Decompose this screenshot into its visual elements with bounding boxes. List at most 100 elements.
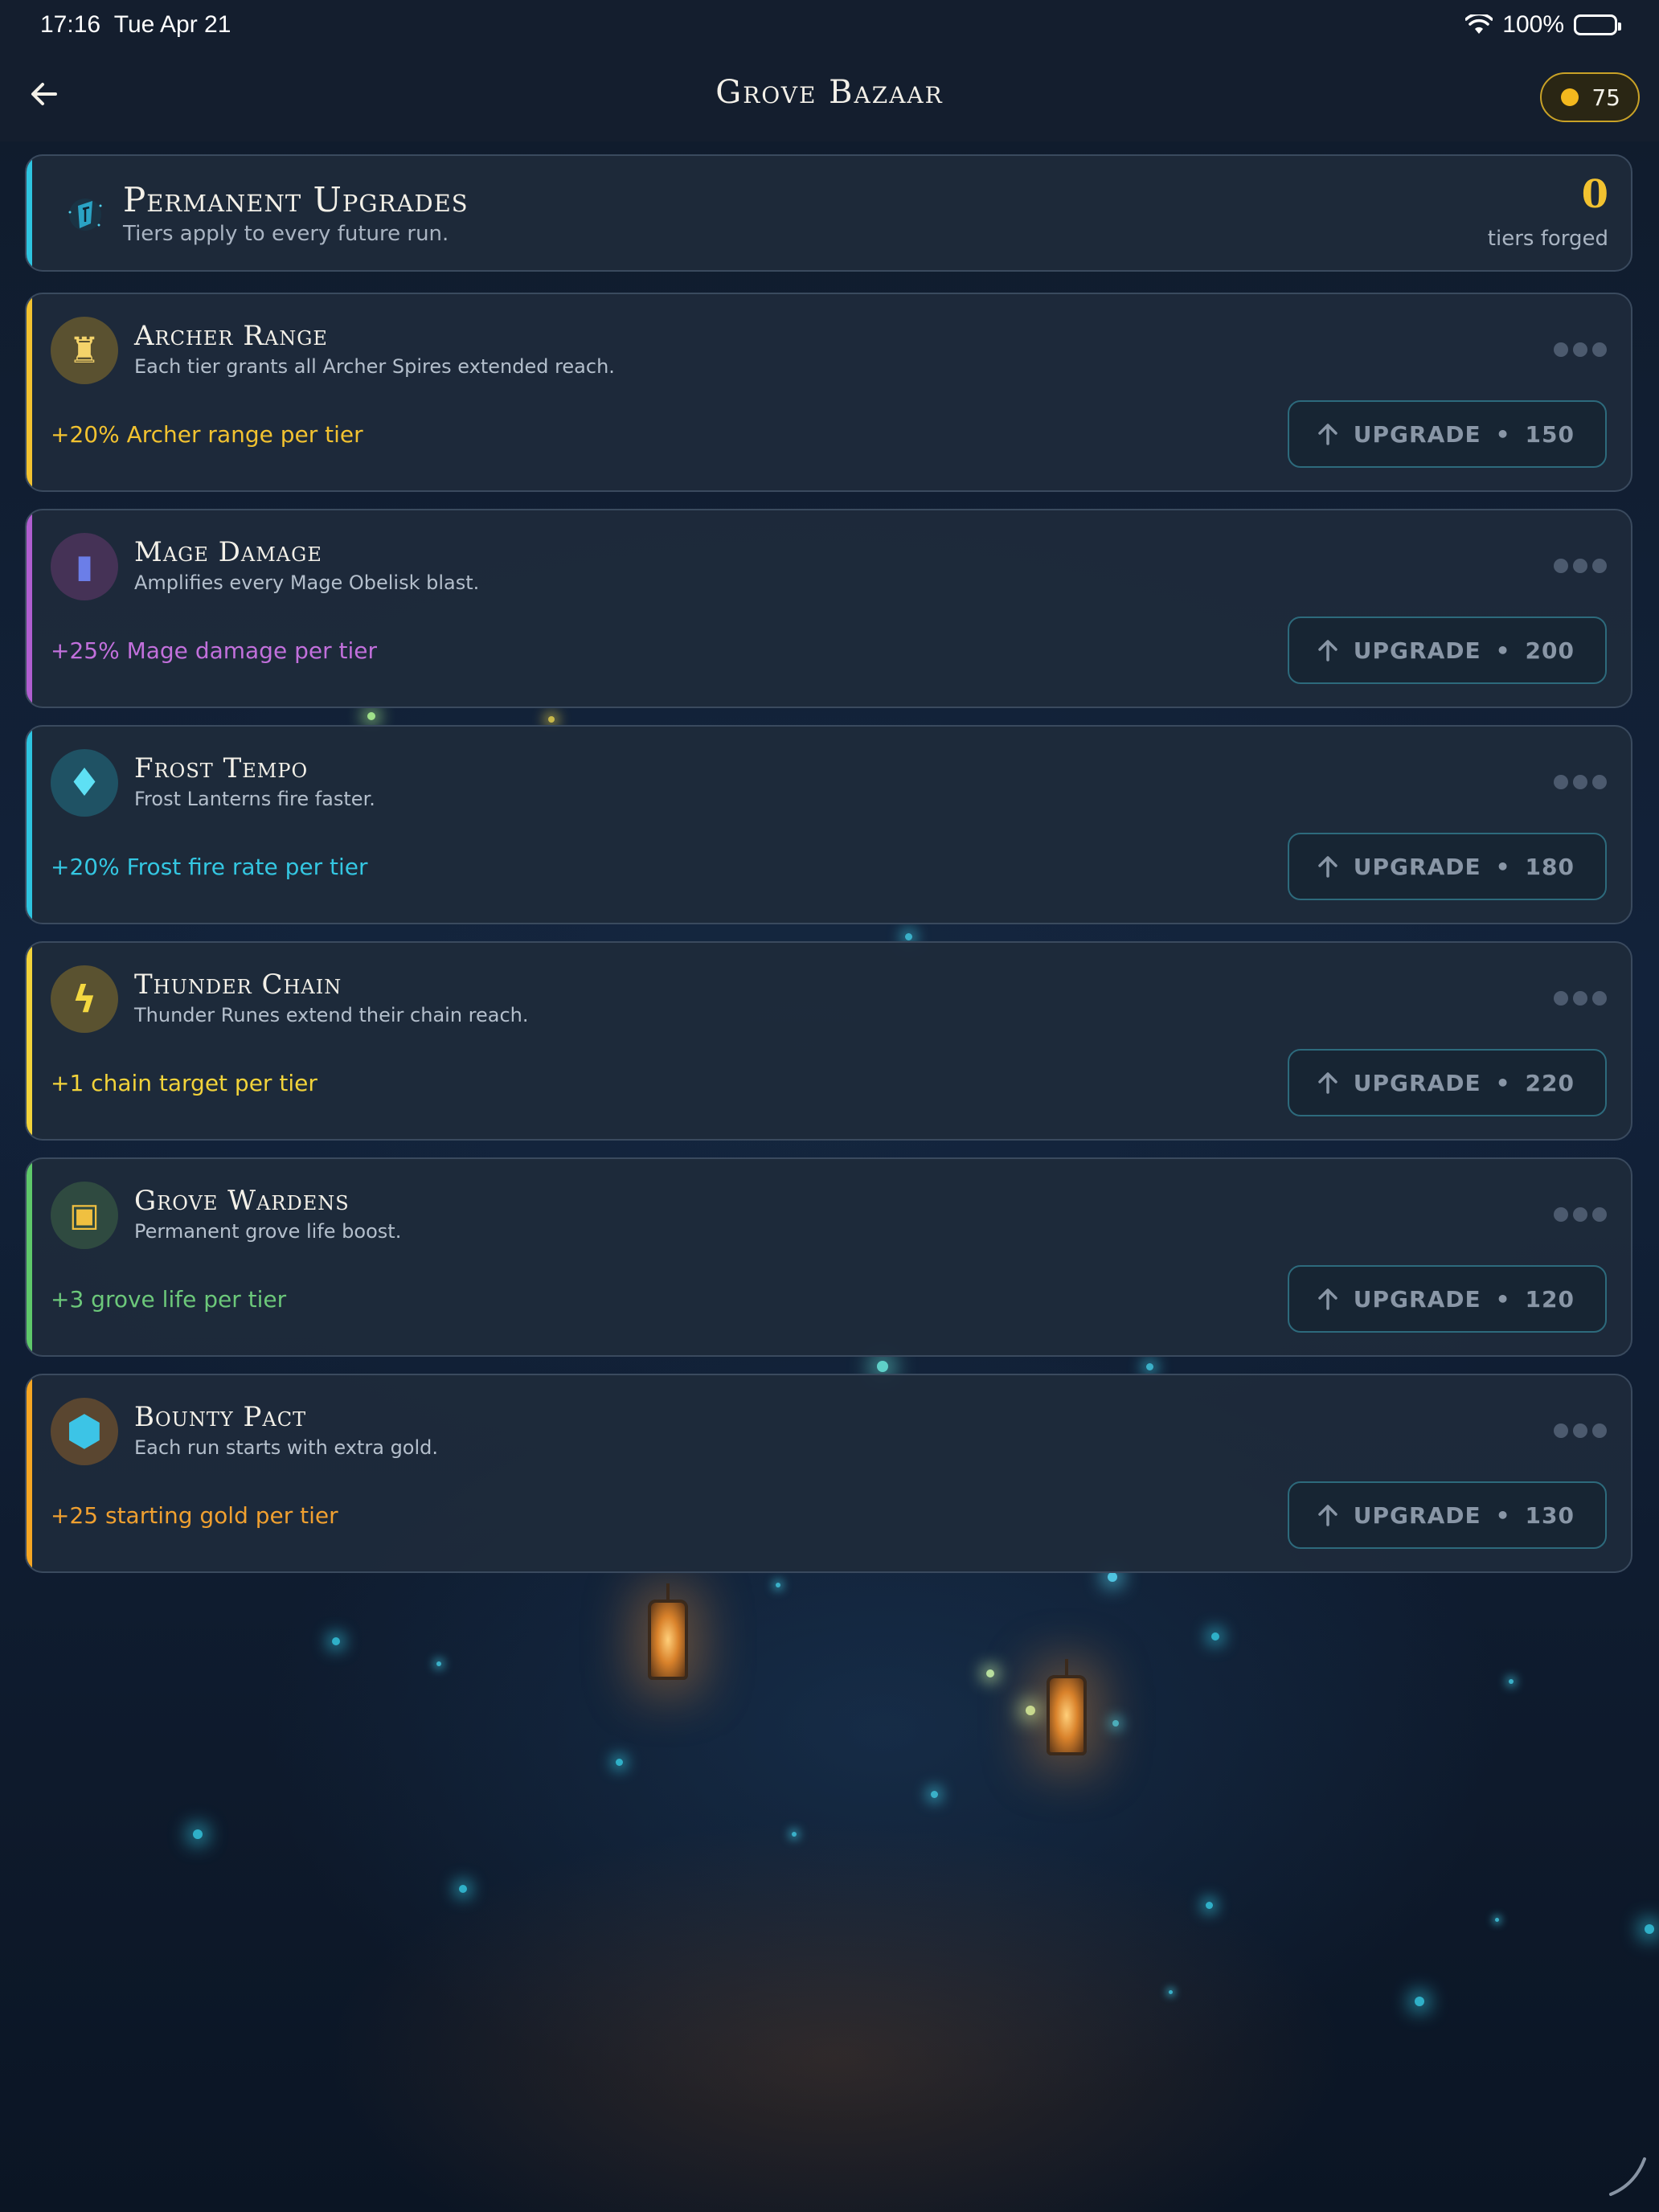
firefly [1494, 1917, 1499, 1922]
battery-icon [1574, 14, 1621, 35]
upgrade-cost: 130 [1525, 1501, 1575, 1529]
upgrade-effect: +25% Mage damage per tier [51, 637, 377, 664]
upgrade-button[interactable]: UPGRADE • 120 [1287, 1265, 1607, 1333]
firefly [459, 1885, 467, 1893]
firefly [548, 716, 555, 723]
page-title: Grove Bazaar [715, 74, 944, 111]
arrow-up-icon [1318, 640, 1337, 662]
summary-card: Permanent Upgrades Tiers apply to every … [25, 154, 1632, 272]
summary-title: Permanent Upgrades [123, 180, 469, 219]
upgrade-name: Frost Tempo [134, 752, 309, 784]
firefly [1145, 1362, 1153, 1370]
scroll-corner-indicator [1609, 2157, 1646, 2196]
firefly [1205, 1901, 1213, 1909]
lantern-icon: ▣ [51, 1182, 118, 1249]
upgrade-description: Each run starts with extra gold. [134, 1436, 439, 1459]
upgrade-description: Amplifies every Mage Obelisk blast. [134, 571, 480, 594]
gold-hexagon-icon: ⬢ [51, 1398, 118, 1465]
summary-subtitle: Tiers apply to every future run. [123, 222, 449, 246]
firefly [1112, 1720, 1119, 1727]
upgrade-effect: +3 grove life per tier [51, 1286, 287, 1313]
firefly [1168, 1989, 1173, 1994]
rune-crystal-icon [68, 199, 102, 231]
card-accent [27, 727, 32, 923]
upgrade-description: Permanent grove life boost. [134, 1220, 402, 1243]
tier-progress-dots [1554, 1423, 1607, 1438]
upgrade-description: Each tier grants all Archer Spires exten… [134, 355, 615, 378]
firefly [1108, 1572, 1117, 1582]
upgrade-card-archer-range: ♜ Archer Range Each tier grants all Arch… [25, 293, 1632, 492]
firefly [986, 1669, 994, 1677]
upgrade-effect: +25 starting gold per tier [51, 1502, 338, 1529]
thunder-rune-icon: ϟ [51, 965, 118, 1033]
arrow-up-icon [1318, 1072, 1337, 1094]
upgrade-card-thunder-chain: ϟ Thunder Chain Thunder Runes extend the… [25, 941, 1632, 1141]
card-accent [27, 510, 32, 707]
card-accent [27, 294, 32, 490]
upgrade-description: Frost Lanterns fire faster. [134, 788, 375, 810]
firefly [1026, 1706, 1035, 1715]
status-bar: 17:16 Tue Apr 21 100% [0, 0, 1659, 51]
status-right: 100% [1465, 11, 1621, 39]
card-accent [27, 1159, 32, 1355]
upgrade-card-mage-damage: ▮ Mage Damage Amplifies every Mage Obeli… [25, 509, 1632, 708]
arrow-up-icon [1318, 1288, 1337, 1310]
coin-balance: 75 [1540, 72, 1640, 122]
firefly [877, 1361, 888, 1372]
upgrade-button[interactable]: UPGRADE • 180 [1287, 833, 1607, 900]
hanging-lantern [1047, 1675, 1087, 1755]
upgrade-name: Thunder Chain [134, 969, 342, 1001]
upgrade-name: Grove Wardens [134, 1185, 350, 1217]
tier-progress-dots [1554, 559, 1607, 573]
upgrade-card-frost-tempo: ♦ Frost Tempo Frost Lanterns fire faster… [25, 725, 1632, 924]
frost-crystal-icon: ♦ [51, 749, 118, 817]
firefly [1509, 1679, 1514, 1684]
firefly [436, 1661, 441, 1666]
tier-progress-dots [1554, 775, 1607, 789]
firefly [792, 1832, 797, 1837]
upgrade-cost: 120 [1525, 1285, 1575, 1313]
upgrade-effect: +1 chain target per tier [51, 1070, 317, 1096]
firefly [615, 1758, 623, 1766]
arrow-up-icon [1318, 424, 1337, 445]
tiers-forged-count: 0 [1581, 172, 1608, 217]
firefly [1415, 1997, 1424, 2006]
upgrade-cost: 220 [1525, 1069, 1575, 1096]
card-accent [27, 1375, 32, 1571]
card-accent [27, 943, 32, 1139]
upgrade-button[interactable]: UPGRADE • 220 [1287, 1049, 1607, 1116]
upgrade-cost: 180 [1525, 853, 1575, 880]
firefly [1645, 1924, 1654, 1934]
upgrade-effect: +20% Archer range per tier [51, 421, 363, 448]
firefly [904, 932, 912, 940]
firefly [193, 1829, 203, 1839]
firefly [1211, 1632, 1219, 1641]
upgrade-button[interactable]: UPGRADE • 200 [1287, 616, 1607, 684]
upgrade-cost: 150 [1525, 420, 1575, 448]
tier-progress-dots [1554, 1207, 1607, 1222]
battery-percent: 100% [1502, 11, 1564, 38]
upgrade-effect: +20% Frost fire rate per tier [51, 854, 368, 880]
firefly [367, 712, 375, 720]
tiers-forged-label: tiers forged [1487, 227, 1608, 251]
wifi-icon [1465, 14, 1493, 34]
tier-progress-dots [1554, 342, 1607, 357]
archer-tower-icon: ♜ [51, 317, 118, 384]
status-time: 17:16 Tue Apr 21 [40, 11, 231, 38]
upgrade-card-grove-wardens: ▣ Grove Wardens Permanent grove life boo… [25, 1157, 1632, 1357]
upgrade-name: Bounty Pact [134, 1401, 307, 1433]
coin-icon [1561, 88, 1579, 106]
coin-count: 75 [1591, 84, 1620, 111]
firefly [332, 1637, 340, 1645]
upgrade-cost: 200 [1525, 637, 1575, 664]
upgrade-button[interactable]: UPGRADE • 150 [1287, 400, 1607, 468]
mage-obelisk-icon: ▮ [51, 533, 118, 600]
upgrade-button[interactable]: UPGRADE • 130 [1287, 1481, 1607, 1549]
tier-progress-dots [1554, 991, 1607, 1006]
upgrade-name: Archer Range [134, 320, 328, 352]
summary-accent [27, 156, 32, 270]
firefly [776, 1583, 780, 1587]
upgrade-description: Thunder Runes extend their chain reach. [134, 1004, 529, 1026]
hanging-lantern [648, 1600, 688, 1680]
firefly [930, 1790, 938, 1798]
